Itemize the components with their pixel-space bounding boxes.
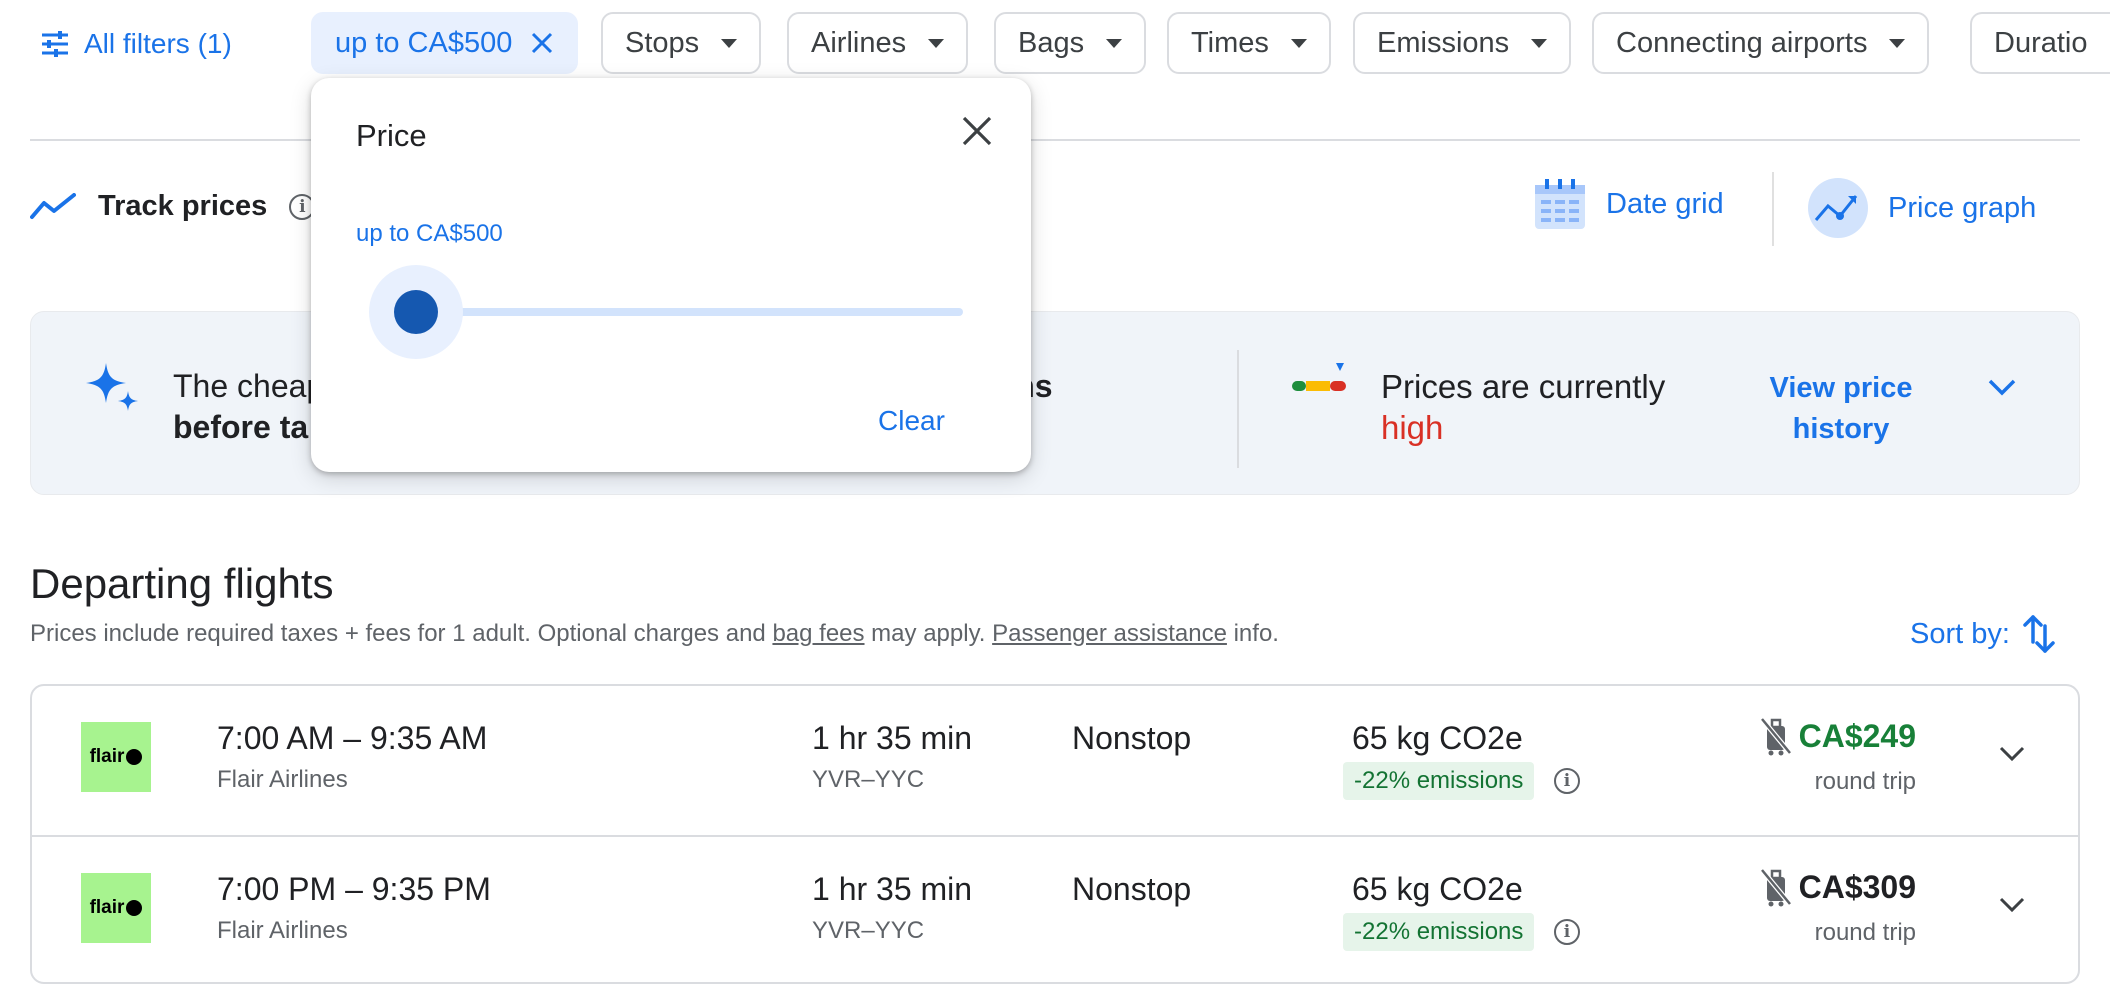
disclaimer-suffix: info. — [1226, 620, 1279, 647]
duration-chip-label: Duratio — [1994, 26, 2088, 59]
trend-line-icon — [30, 192, 76, 219]
flight-duration: 1 hr 35 min — [812, 720, 973, 756]
price-graph-button[interactable]: Price graph — [1806, 176, 2036, 240]
divider — [1237, 350, 1239, 468]
airline-logo: flair — [81, 722, 151, 792]
filter-sliders-icon — [42, 31, 68, 57]
logo-text: flair — [89, 897, 125, 918]
chevron-down-icon — [928, 38, 945, 48]
cheapest-insight-text: The cheap before ta — [173, 366, 324, 448]
stops-filter-chip[interactable]: Stops — [601, 12, 762, 74]
chevron-down-icon[interactable] — [1998, 895, 2026, 915]
co2-amount: 65 kg CO2e — [1352, 720, 1523, 756]
flight-duration: 1 hr 35 min — [812, 871, 973, 907]
info-icon[interactable]: i — [1554, 919, 1580, 945]
price-level-value: high — [1381, 409, 1444, 446]
view-price-history-button[interactable]: View price history — [1756, 368, 1926, 450]
bags-chip-label: Bags — [1018, 26, 1085, 59]
price-graph-icon — [1808, 178, 1868, 238]
emissions-badge: -22% emissions — [1343, 913, 1535, 951]
passenger-assistance-link[interactable]: Passenger assistance — [992, 620, 1227, 647]
flight-route: YVR–YYC — [812, 917, 925, 944]
divider — [1772, 172, 1774, 246]
track-prices-label: Track prices — [98, 190, 268, 222]
prices-line: Prices are currently — [1381, 368, 1666, 405]
departing-flights-title: Departing flights — [30, 560, 334, 607]
flight-row[interactable]: flair 7:00 PM – 9:35 PM Flair Airlines 1… — [32, 837, 2078, 982]
disclaimer-prefix: Prices include required taxes + fees for… — [30, 620, 773, 647]
emissions-chip-label: Emissions — [1377, 26, 1510, 59]
price-graph-label: Price graph — [1888, 191, 2037, 224]
price-filter-chip[interactable]: up to CA$500 — [311, 12, 579, 74]
airline-logo: flair — [81, 873, 151, 943]
price-value: CA$249 — [1798, 717, 1916, 754]
chevron-down-icon — [1531, 38, 1548, 48]
price-chip-label: up to CA$500 — [335, 26, 513, 59]
airlines-chip-label: Airlines — [811, 26, 907, 59]
flight-stops: Nonstop — [1072, 720, 1192, 756]
co2-amount: 65 kg CO2e — [1352, 871, 1523, 907]
info-icon[interactable]: i — [1554, 768, 1580, 794]
sparkle-icon — [86, 363, 138, 411]
price-level-text: Prices are currently high — [1381, 366, 1665, 448]
chevron-down-icon — [1290, 38, 1307, 48]
price-level-indicator-icon — [1292, 363, 1346, 391]
price-disclaimer: Prices include required taxes + fees for… — [30, 620, 1279, 648]
duration-filter-chip[interactable]: Duratio — [1970, 12, 2110, 74]
flight-results-list: flair 7:00 AM – 9:35 AM Flair Airlines 1… — [30, 684, 2080, 984]
all-filters-label: All filters (1) — [84, 28, 232, 59]
stops-chip-label: Stops — [625, 26, 700, 59]
flight-times: 7:00 AM – 9:35 AM — [217, 720, 488, 756]
track-prices[interactable]: Track prices i — [30, 190, 316, 223]
emissions-filter-chip[interactable]: Emissions — [1353, 12, 1572, 74]
connecting-airports-filter-chip[interactable]: Connecting airports — [1592, 12, 1930, 74]
flight-route: YVR–YYC — [812, 766, 925, 793]
chevron-down-icon — [1889, 38, 1906, 48]
flight-price: CA$249 — [1759, 716, 1916, 756]
price-slider-value: up to CA$500 — [356, 220, 503, 247]
date-grid-label: Date grid — [1606, 187, 1724, 220]
flight-price: CA$309 — [1759, 867, 1916, 907]
chevron-down-icon — [721, 38, 738, 48]
clear-button[interactable]: Clear — [878, 405, 945, 437]
times-filter-chip[interactable]: Times — [1167, 12, 1331, 74]
flight-stops: Nonstop — [1072, 871, 1192, 907]
airlines-filter-chip[interactable]: Airlines — [787, 12, 969, 74]
price-filter-popup: Price up to CA$500 Clear — [311, 78, 1031, 472]
cheapest-line-2: before ta — [173, 409, 309, 445]
close-icon[interactable] — [960, 114, 994, 148]
date-grid-button[interactable]: Date grid — [1532, 176, 1724, 232]
flight-times: 7:00 PM – 9:35 PM — [217, 871, 491, 907]
chevron-down-icon[interactable] — [1998, 744, 2026, 764]
sort-by-button[interactable]: Sort by: — [1910, 614, 2056, 654]
sort-by-label: Sort by: — [1910, 617, 2010, 650]
chevron-down-icon[interactable] — [1987, 377, 2017, 397]
no-carry-on-bag-icon — [1759, 717, 1792, 756]
price-slider-track[interactable] — [379, 308, 963, 316]
price-slider-handle[interactable] — [394, 290, 438, 334]
bags-filter-chip[interactable]: Bags — [994, 12, 1147, 74]
emissions-badge: -22% emissions — [1343, 762, 1535, 800]
airline-name: Flair Airlines — [217, 766, 348, 793]
chevron-down-icon — [1106, 38, 1123, 48]
calendar-grid-icon — [1535, 179, 1585, 229]
popup-title: Price — [356, 118, 427, 153]
price-type: round trip — [1814, 919, 1916, 946]
close-icon[interactable] — [530, 31, 554, 55]
sort-icon — [2023, 615, 2055, 653]
price-type: round trip — [1814, 768, 1916, 795]
flight-row[interactable]: flair 7:00 AM – 9:35 AM Flair Airlines 1… — [32, 686, 2078, 837]
bag-fees-link[interactable]: bag fees — [772, 620, 864, 647]
no-carry-on-bag-icon — [1759, 868, 1792, 907]
price-value: CA$309 — [1798, 868, 1916, 905]
cheapest-line-1: The cheap — [173, 368, 325, 404]
airline-name: Flair Airlines — [217, 917, 348, 944]
view-history-line-1: View price — [1769, 372, 1913, 404]
all-filters-button[interactable]: All filters (1) — [40, 14, 232, 74]
connecting-airports-chip-label: Connecting airports — [1616, 26, 1868, 59]
disclaimer-mid: may apply. — [864, 620, 993, 647]
view-history-line-2: history — [1792, 413, 1890, 445]
times-chip-label: Times — [1191, 26, 1269, 59]
logo-text: flair — [89, 746, 125, 767]
